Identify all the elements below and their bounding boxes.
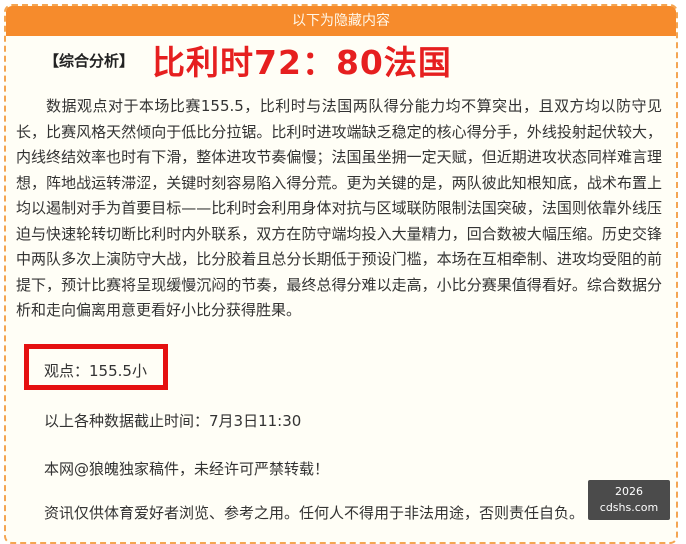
viewpoint-text: 观点：155.5小 xyxy=(44,362,147,380)
data-cutoff-time: 以上各种数据截止时间：7月3日11:30 xyxy=(44,412,302,430)
headline: 【综合分析】 比利时72：80法国 xyxy=(44,36,452,84)
hidden-content-banner: 以下为隐藏内容 xyxy=(6,6,676,36)
analysis-paragraph: 数据观点对于本场比赛155.5，比利时与法国两队得分能力均不算突出，且双方均以防… xyxy=(16,97,662,319)
watermark-line1: 2026 xyxy=(615,485,643,498)
analysis-tag: 【综合分析】 xyxy=(44,51,135,70)
disclaimer-text: 资讯仅供体育爱好者浏览、参考之用。任何人不得用于非法用途，否则责任自负。 xyxy=(44,504,585,522)
watermark-site: cdshs.com xyxy=(599,501,659,514)
site-watermark: 2026 cdshs.com xyxy=(588,480,670,520)
copyright-notice: 本网@狼魄独家稿件，未经许可严禁转载！ xyxy=(44,460,330,478)
match-score-title: 比利时72：80法国 xyxy=(152,43,452,82)
